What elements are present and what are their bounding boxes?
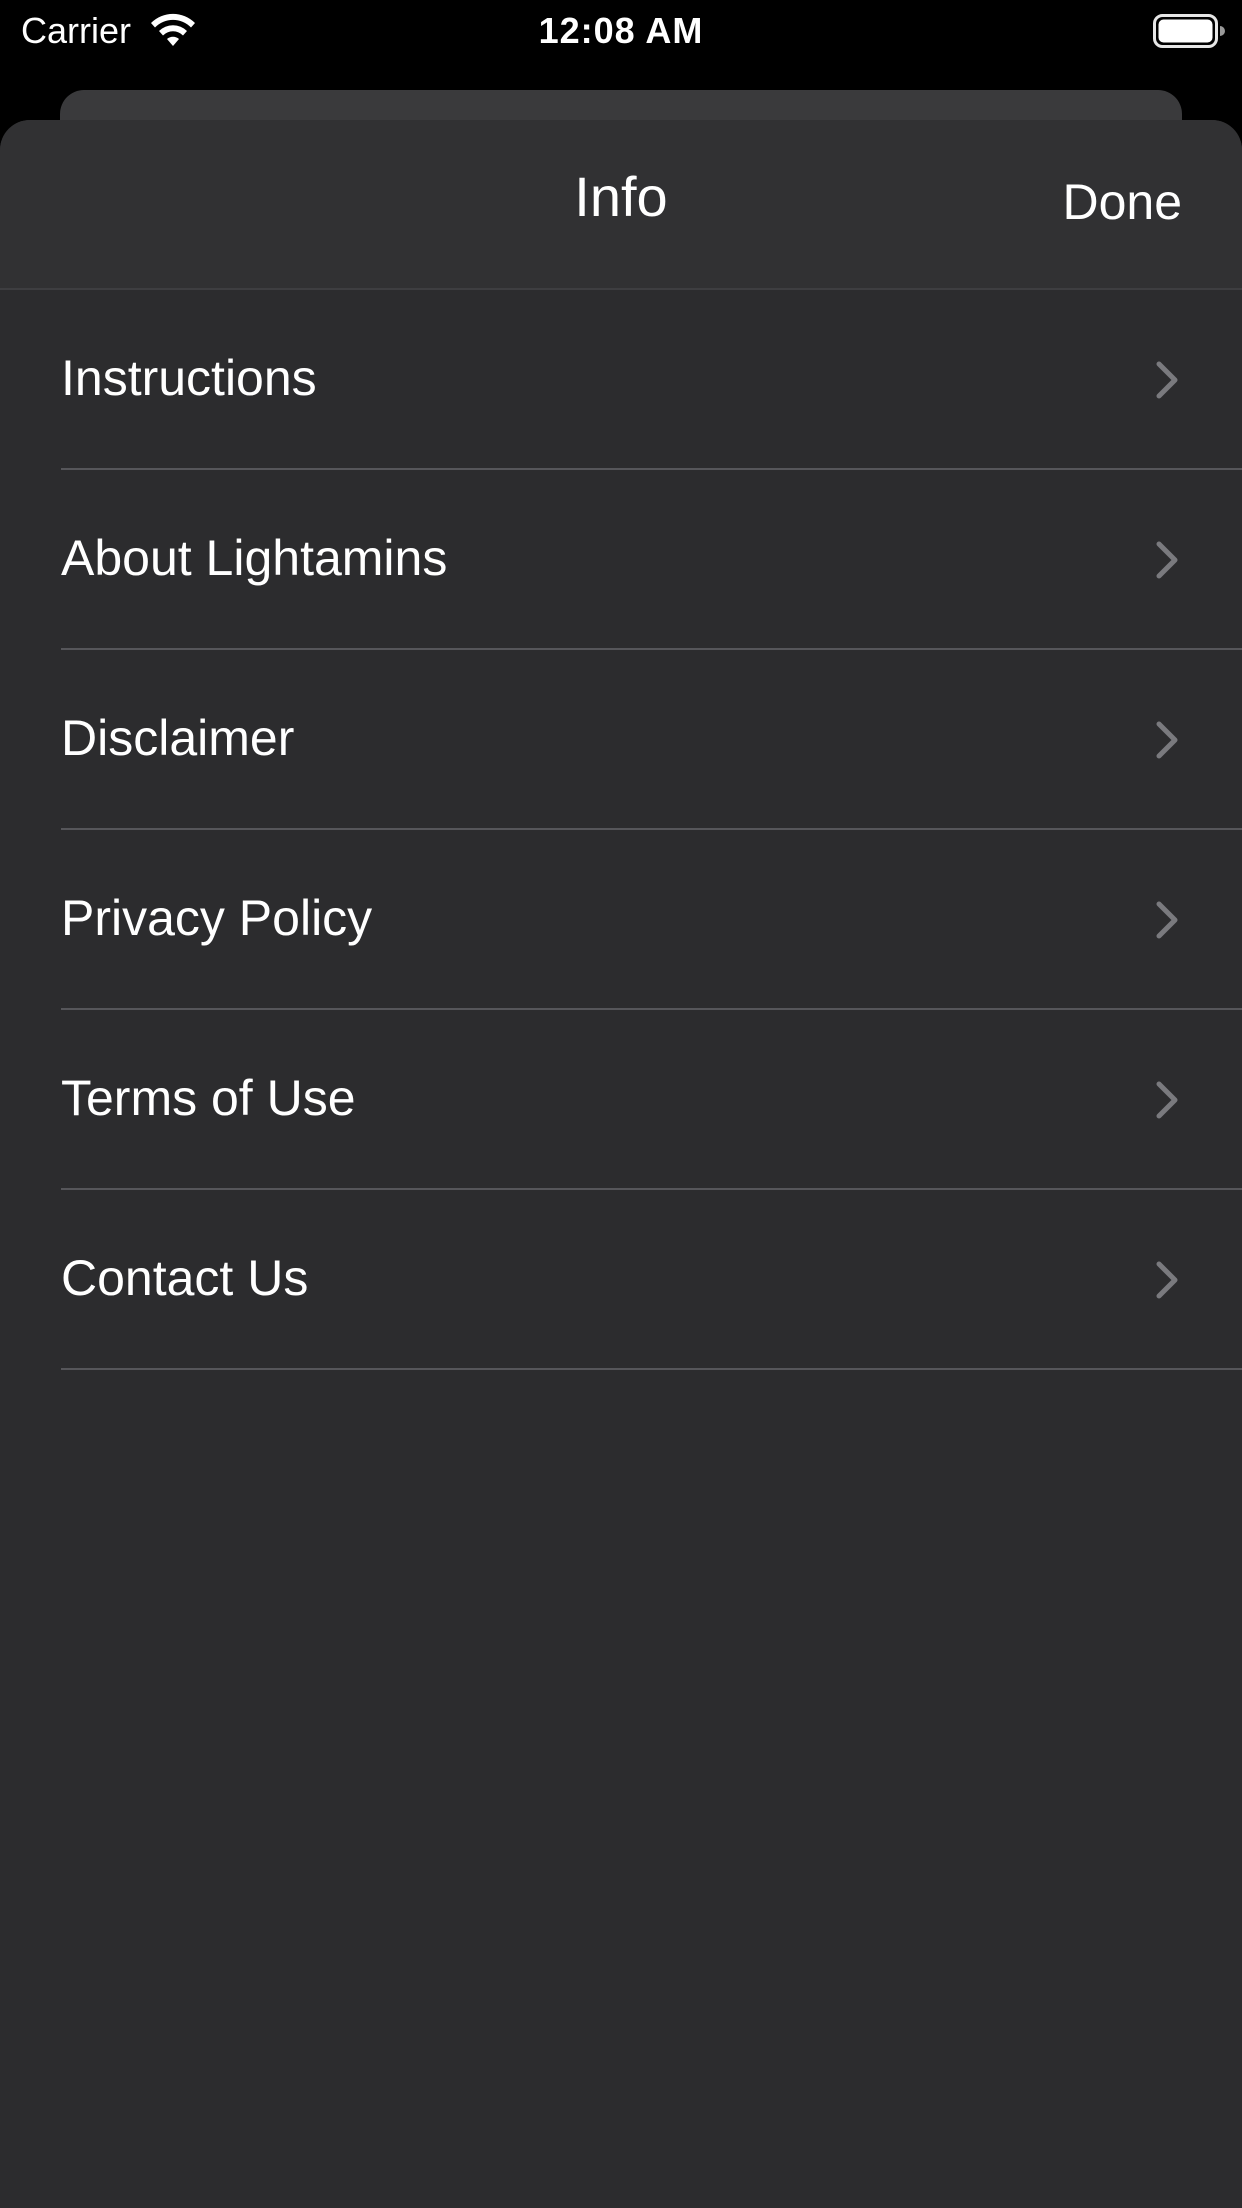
menu-item-about-lightamins[interactable]: About Lightamins (0, 470, 1242, 650)
menu-item-label: Disclaimer (61, 710, 295, 766)
chevron-right-icon (1156, 541, 1178, 579)
status-bar: Carrier 12:08 AM (0, 0, 1242, 62)
info-sheet: Info Done Instructions About Lightamins … (0, 120, 1242, 2208)
menu-item-privacy-policy[interactable]: Privacy Policy (0, 830, 1242, 1010)
menu-item-contact-us[interactable]: Contact Us (0, 1190, 1242, 1370)
menu-item-label: Contact Us (61, 1250, 309, 1306)
menu-item-label: Privacy Policy (61, 890, 373, 946)
chevron-right-icon (1156, 1081, 1178, 1119)
info-menu-list: Instructions About Lightamins Disclaimer (0, 290, 1242, 1370)
page-title: Info (574, 165, 668, 228)
chevron-right-icon (1156, 721, 1178, 759)
menu-item-terms-of-use[interactable]: Terms of Use (0, 1010, 1242, 1190)
menu-item-instructions[interactable]: Instructions (0, 290, 1242, 470)
battery-full-icon (1153, 14, 1225, 48)
menu-item-label: Instructions (61, 350, 317, 406)
chevron-right-icon (1156, 361, 1178, 399)
menu-item-disclaimer[interactable]: Disclaimer (0, 650, 1242, 830)
navigation-bar: Info Done (0, 120, 1242, 290)
screen: Carrier 12:08 AM Info Done Instructions (0, 0, 1242, 2208)
status-time: 12:08 AM (538, 10, 704, 51)
chevron-right-icon (1156, 901, 1178, 939)
row-separator (61, 1368, 1242, 1370)
menu-item-label: About Lightamins (61, 530, 448, 586)
done-button[interactable]: Done (1062, 172, 1182, 232)
menu-item-label: Terms of Use (61, 1070, 356, 1126)
chevron-right-icon (1156, 1261, 1178, 1299)
